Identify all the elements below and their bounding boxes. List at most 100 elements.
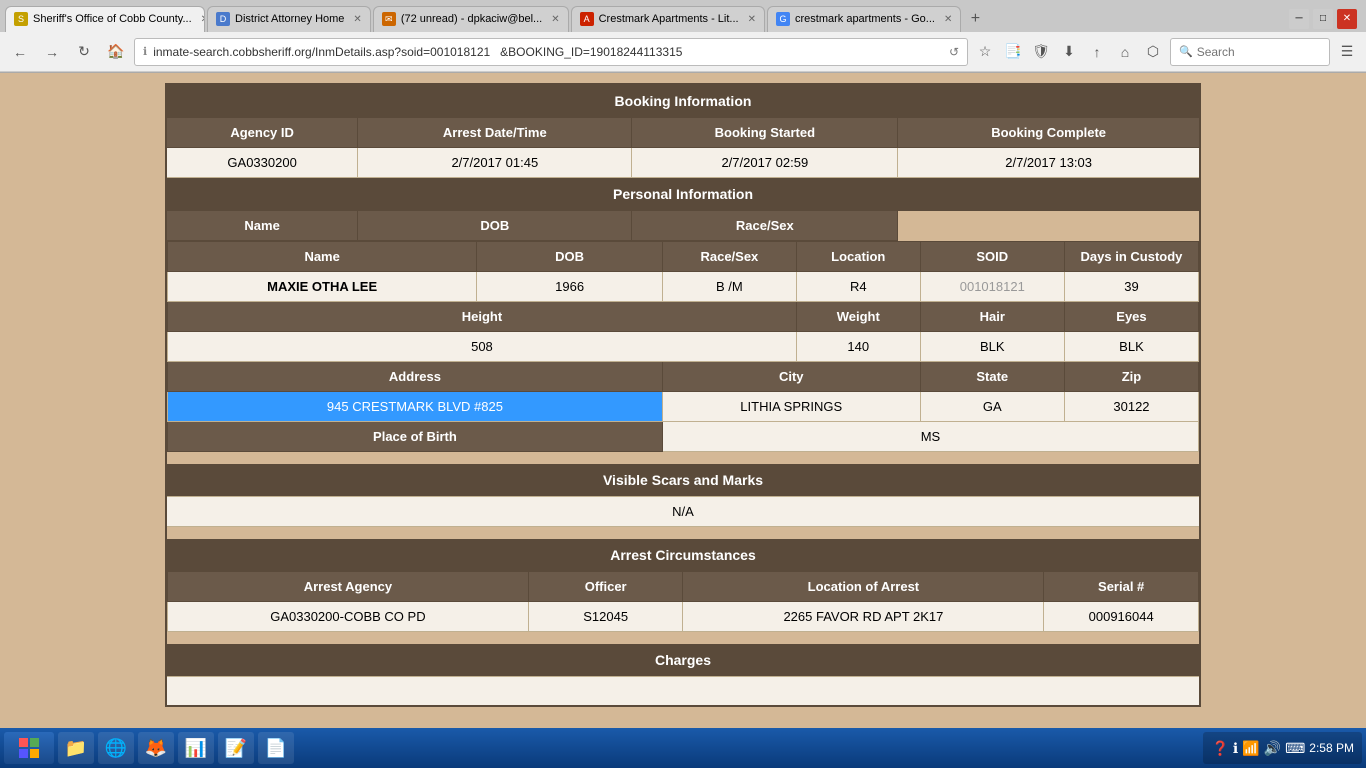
booking-section-header: Booking Information xyxy=(166,84,1200,118)
tab-google[interactable]: G crestmark apartments - Go... ✕ xyxy=(767,6,961,32)
tab-label-google: crestmark apartments - Go... xyxy=(795,13,935,25)
tab-crestmark[interactable]: A Crestmark Apartments - Lit... ✕ xyxy=(571,6,765,32)
col-race-header: Race/Sex xyxy=(662,242,796,272)
taskbar-firefox-icon[interactable]: 🦊 xyxy=(138,732,174,764)
main-table: Booking Information Agency ID Arrest Dat… xyxy=(165,83,1201,707)
col-soid-header: SOID xyxy=(920,242,1064,272)
taskbar-acrobat-icon[interactable]: 📄 xyxy=(258,732,294,764)
col-days-header: Days in Custody xyxy=(1064,242,1198,272)
booking-agency-id-value: GA0330200 xyxy=(166,148,358,178)
booking-arrest-date-header: Arrest Date/Time xyxy=(358,118,632,148)
browser-chrome: S Sheriff's Office of Cobb County... ✕ D… xyxy=(0,0,1366,73)
search-box[interactable]: 🔍 xyxy=(1170,38,1330,66)
col-zip-header: Zip xyxy=(1064,362,1198,392)
bookmark-list-icon[interactable]: 📑 xyxy=(1000,39,1026,65)
tab-favicon-google: G xyxy=(776,12,790,26)
tab-favicon-email: ✉ xyxy=(382,12,396,26)
system-tray: ❓ ℹ 📶 🔊 ⌨ 2:58 PM xyxy=(1203,732,1362,764)
col-dob-header: DOB xyxy=(477,242,663,272)
download-icon[interactable]: ⬇ xyxy=(1056,39,1082,65)
col-eyes-header: Eyes xyxy=(1064,302,1198,332)
tab-sheriff[interactable]: S Sheriff's Office of Cobb County... ✕ xyxy=(5,6,205,32)
tab-label-sheriff: Sheriff's Office of Cobb County... xyxy=(33,13,192,25)
tray-info-icon: ℹ xyxy=(1233,740,1238,757)
col-arrest-agency-header: Arrest Agency xyxy=(168,571,529,601)
minimize-button[interactable]: ─ xyxy=(1289,9,1309,29)
tab-da[interactable]: D District Attorney Home ✕ xyxy=(207,6,371,32)
taskbar-files-icon[interactable]: 📁 xyxy=(58,732,94,764)
lock-icon: ℹ xyxy=(143,45,147,58)
col-address-header: Address xyxy=(168,362,663,392)
col-pob-header: Place of Birth xyxy=(168,422,663,452)
bookmark-save-icon[interactable]: ⬡ xyxy=(1140,39,1166,65)
personal-city-value: LITHIA SPRINGS xyxy=(662,392,920,422)
personal-soid-value: 001018121 xyxy=(920,272,1064,302)
tab-close-da[interactable]: ✕ xyxy=(353,14,361,25)
forward-button[interactable]: → xyxy=(38,38,66,66)
col-name-header: Name xyxy=(168,242,477,272)
taskbar-ie-icon[interactable]: 🌐 xyxy=(98,732,134,764)
charges-content xyxy=(166,676,1200,706)
menu-button[interactable]: ☰ xyxy=(1334,39,1360,65)
address-bar[interactable] xyxy=(153,45,943,59)
tab-close-email[interactable]: ✕ xyxy=(551,14,559,25)
personal-hair-value: BLK xyxy=(920,332,1064,362)
shield-icon[interactable]: 🛡 xyxy=(1028,39,1054,65)
nav-bar: ← → ↻ 🏠 ℹ ↺ ☆ 📑 🛡 ⬇ ↑ ⌂ ⬡ 🔍 ☰ xyxy=(0,32,1366,72)
back-button[interactable]: ← xyxy=(6,38,34,66)
reload-icon[interactable]: ↺ xyxy=(949,45,959,59)
booking-agency-id-header: Agency ID xyxy=(166,118,358,148)
page-content: Booking Information Agency ID Arrest Dat… xyxy=(0,73,1366,729)
booking-arrest-date-value: 2/7/2017 01:45 xyxy=(358,148,632,178)
tray-network-icon: 📶 xyxy=(1242,740,1259,757)
firefox-sync-icon[interactable]: ↑ xyxy=(1084,39,1110,65)
col-location-header: Location xyxy=(796,242,920,272)
tab-label-da: District Attorney Home xyxy=(235,13,344,25)
bookmark-star-icon[interactable]: ☆ xyxy=(972,39,998,65)
col-state-header: State xyxy=(920,362,1064,392)
tab-favicon-crestmark: A xyxy=(580,12,594,26)
tab-favicon-da: D xyxy=(216,12,230,26)
start-button[interactable] xyxy=(4,732,54,764)
home-nav-icon[interactable]: ⌂ xyxy=(1112,39,1138,65)
personal-race-value: B /M xyxy=(662,272,796,302)
nav-icons: ☆ 📑 🛡 ⬇ ↑ ⌂ ⬡ xyxy=(972,39,1166,65)
maximize-button[interactable]: □ xyxy=(1313,9,1333,29)
personal-dob-value: 1966 xyxy=(477,272,663,302)
personal-location-value: R4 xyxy=(796,272,920,302)
booking-started-header: Booking Started xyxy=(632,118,898,148)
tray-help-icon: ❓ xyxy=(1211,740,1228,757)
tab-label-email: (72 unread) - dpkaciw@bel... xyxy=(401,13,542,25)
new-tab-button[interactable]: + xyxy=(963,7,987,31)
booking-complete-header: Booking Complete xyxy=(898,118,1200,148)
booking-complete-value: 2/7/2017 13:03 xyxy=(898,148,1200,178)
personal-dob-header: DOB xyxy=(358,211,632,241)
refresh-button[interactable]: ↻ xyxy=(70,38,98,66)
tab-label-crestmark: Crestmark Apartments - Lit... xyxy=(599,13,739,25)
personal-name-header: Name xyxy=(166,211,358,241)
taskbar: 📁 🌐 🦊 📊 📝 📄 ❓ ℹ 📶 🔊 ⌨ 2:58 PM xyxy=(0,728,1366,768)
tab-close-google[interactable]: ✕ xyxy=(944,14,952,25)
scars-section-header: Visible Scars and Marks xyxy=(166,464,1200,497)
taskbar-excel-icon[interactable]: 📊 xyxy=(178,732,214,764)
col-location-arrest-header: Location of Arrest xyxy=(683,571,1044,601)
taskbar-word-icon[interactable]: 📝 xyxy=(218,732,254,764)
personal-zip-value: 30122 xyxy=(1064,392,1198,422)
tab-favicon-sheriff: S xyxy=(14,12,28,26)
taskbar-time: 2:58 PM xyxy=(1309,741,1354,755)
close-button[interactable]: ✕ xyxy=(1337,9,1357,29)
address-bar-container[interactable]: ℹ ↺ xyxy=(134,38,968,66)
tab-close-crestmark[interactable]: ✕ xyxy=(748,14,756,25)
arrest-officer-value: S12045 xyxy=(528,601,683,631)
col-officer-header: Officer xyxy=(528,571,683,601)
search-input[interactable] xyxy=(1197,45,1321,59)
arrest-location-value: 2265 FAVOR RD APT 2K17 xyxy=(683,601,1044,631)
tab-close-sheriff[interactable]: ✕ xyxy=(201,14,205,25)
personal-state-value: GA xyxy=(920,392,1064,422)
home-button[interactable]: 🏠 xyxy=(102,38,130,66)
tab-email[interactable]: ✉ (72 unread) - dpkaciw@bel... ✕ xyxy=(373,6,569,32)
scars-value: N/A xyxy=(166,497,1200,527)
col-weight-header: Weight xyxy=(796,302,920,332)
booking-started-value: 2/7/2017 02:59 xyxy=(632,148,898,178)
personal-eyes-value: BLK xyxy=(1064,332,1198,362)
